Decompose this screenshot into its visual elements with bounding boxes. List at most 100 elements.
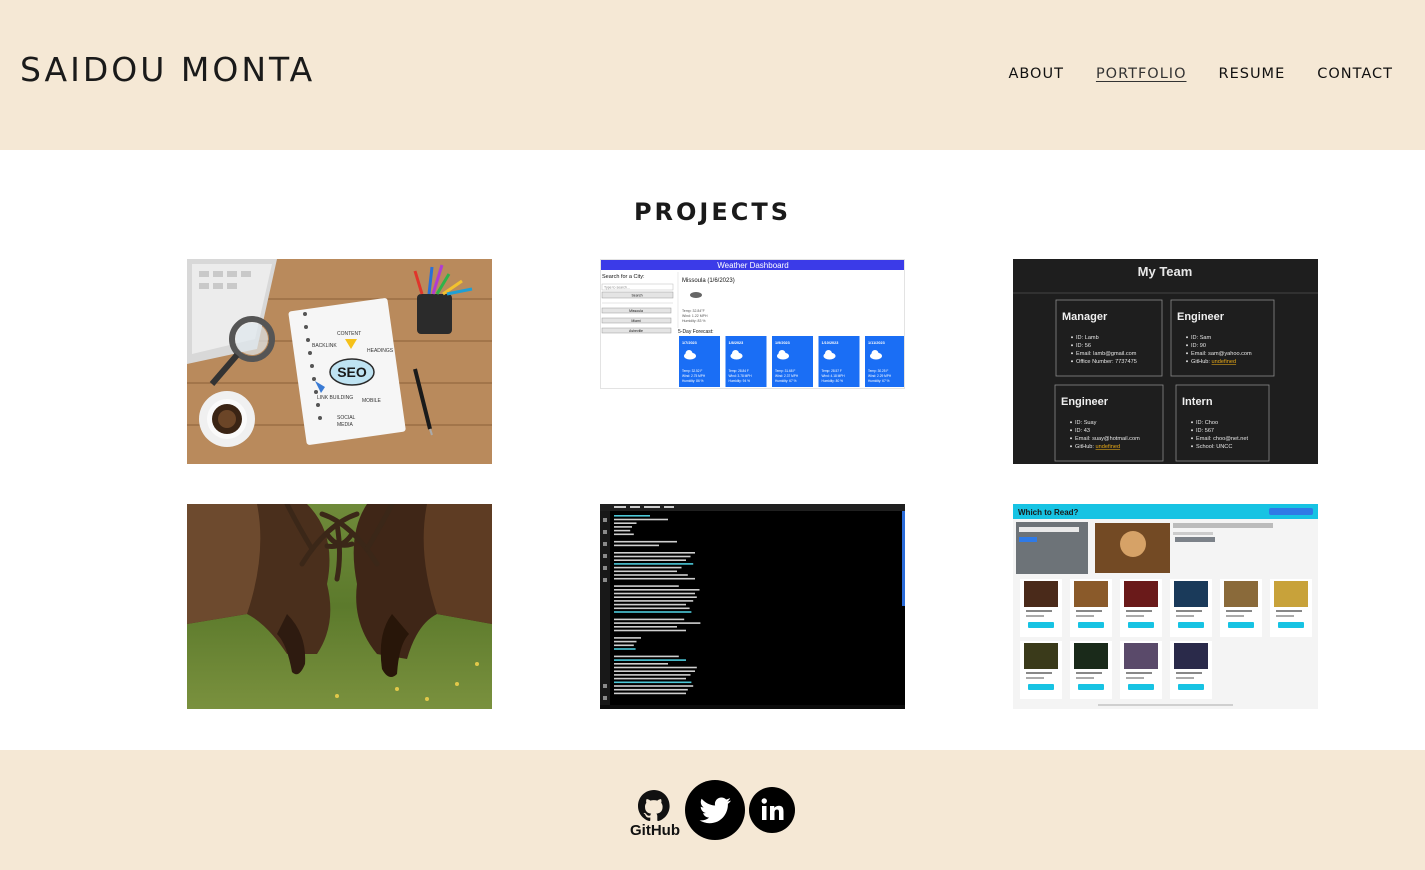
- project-card-seo[interactable]: SEO CONTENT BACKLINK HEADINGS LINK BUILD…: [187, 259, 492, 464]
- svg-text:Temp: 32.84°F: Temp: 32.84°F: [682, 309, 705, 313]
- forecast-card: 1/7/2023 Temp: 32.52 FWind: 2.75 MPHHumid…: [679, 336, 720, 387]
- terminal-line: [614, 529, 631, 532]
- team-member-card: Engineer ID: Sam ID: 90 Email: sam@yahoo.co…: [1170, 299, 1275, 377]
- svg-text:Search for a City:: Search for a City:: [602, 274, 645, 280]
- svg-text:SOCIAL: SOCIAL: [337, 415, 356, 421]
- svg-text:Humidity: 80 %: Humidity: 80 %: [822, 379, 844, 383]
- book-card: [1270, 579, 1312, 637]
- book-card: [1170, 641, 1212, 699]
- terminal-line: [614, 688, 688, 691]
- forecast-card: 1/8/2023 Temp: 28.84 FWind: 3.78 MPHHumid…: [725, 336, 767, 387]
- svg-text:ID: Sam: ID: Sam: [1191, 335, 1212, 341]
- seo-notebook-image: SEO CONTENT BACKLINK HEADINGS LINK BUILD…: [187, 259, 492, 464]
- project-card-team[interactable]: My Team Manager ID: Lamb ID: 56 Email: lamb…: [1013, 259, 1318, 464]
- svg-text:Engineer: Engineer: [1177, 311, 1225, 323]
- svg-text:Email: sam@yahoo.com: Email: sam@yahoo.com: [1191, 351, 1252, 357]
- project-card-weather[interactable]: Weather Dashboard Search for a City: Typ…: [600, 259, 905, 389]
- svg-text:Wind: 2.75 MPH: Wind: 2.75 MPH: [682, 374, 706, 378]
- book-card: [1070, 641, 1112, 699]
- terminal-line: [614, 655, 679, 658]
- linkedin-icon: [749, 787, 795, 833]
- terminal-line: [614, 566, 682, 569]
- svg-text:Engineer: Engineer: [1061, 396, 1109, 408]
- terminal-line: [614, 596, 697, 598]
- terminal-line: [614, 552, 695, 554]
- terminal-line: [614, 563, 694, 565]
- svg-text:Intern: Intern: [1182, 396, 1213, 408]
- svg-text:Search: Search: [631, 294, 642, 298]
- svg-text:Wind: 2.29 MPH: Wind: 2.29 MPH: [868, 374, 892, 378]
- book-card: [1120, 579, 1162, 637]
- svg-text:MOBILE: MOBILE: [362, 398, 382, 404]
- svg-text:1/8/2023: 1/8/2023: [729, 341, 744, 345]
- terminal-line: [614, 522, 637, 524]
- terminal-line: [614, 603, 686, 606]
- project-card-terminal[interactable]: [600, 504, 905, 709]
- svg-text:ID: 90: ID: 90: [1191, 343, 1206, 349]
- github-link[interactable]: GitHub: [629, 788, 682, 839]
- svg-text:Humidity: 67 %: Humidity: 67 %: [775, 379, 797, 383]
- book-card: [1120, 641, 1162, 699]
- svg-text:Email: suay@hotmail.com: Email: suay@hotmail.com: [1075, 436, 1140, 442]
- terminal-line: [614, 674, 691, 676]
- terminal-line: [614, 622, 701, 624]
- terminal-line: [614, 540, 677, 543]
- terminal-line: [614, 570, 677, 573]
- svg-text:Email: lamb@gmail.com: Email: lamb@gmail.com: [1076, 351, 1137, 357]
- team-member-card: Intern ID: Choo ID: 567 Email: choo@net.net…: [1175, 384, 1270, 462]
- site-brand[interactable]: SAIDOU MONTA: [20, 50, 315, 89]
- github-label: GitHub: [630, 822, 680, 838]
- twitter-link[interactable]: [685, 780, 745, 840]
- terminal-line: [614, 640, 637, 643]
- my-team-image: My Team Manager ID: Lamb ID: 56 Email: lamb…: [1013, 259, 1318, 464]
- nav-resume[interactable]: RESUME: [1219, 66, 1286, 82]
- terminal-line: [614, 533, 634, 536]
- svg-text:MEDIA: MEDIA: [337, 422, 354, 428]
- terminal-line: [614, 585, 679, 587]
- site-footer: GitHub: [0, 750, 1425, 870]
- terminal-line: [614, 600, 694, 602]
- svg-text:LINK BUILDING: LINK BUILDING: [317, 395, 353, 401]
- svg-text:Temp: 28.84 F: Temp: 28.84 F: [729, 369, 749, 373]
- svg-text:Humidity: 86 %: Humidity: 86 %: [682, 379, 704, 383]
- terminal-line: [614, 592, 695, 595]
- svg-text:ID: 567: ID: 567: [1196, 428, 1214, 434]
- weather-dashboard-image: Weather Dashboard Search for a City: Typ…: [601, 260, 904, 388]
- team-member-card: Engineer ID: Suay ID: 43 Email: suay@hotmai…: [1054, 384, 1164, 462]
- weather-header-text: Weather Dashboard: [717, 261, 788, 270]
- svg-text:Miami: Miami: [631, 319, 641, 323]
- project-card-books[interactable]: Which to Read?: [1013, 504, 1318, 709]
- terminal-line: [614, 626, 677, 628]
- svg-text:BACKLINK: BACKLINK: [312, 343, 337, 349]
- nav-portfolio[interactable]: PORTFOLIO: [1096, 66, 1187, 82]
- terminal-line: [614, 607, 690, 610]
- svg-text:1/7/2023: 1/7/2023: [682, 341, 697, 345]
- svg-text:Wind: 2.37 MPH: Wind: 2.37 MPH: [775, 374, 799, 378]
- main-nav: ABOUT PORTFOLIO RESUME CONTACT: [1008, 66, 1393, 82]
- twitter-icon: [685, 780, 745, 840]
- terminal-line: [614, 544, 659, 547]
- linkedin-link[interactable]: [749, 787, 795, 833]
- terminal-line: [614, 677, 686, 680]
- terminal-line: [614, 574, 688, 576]
- book-card: [1170, 579, 1212, 637]
- projects-heading: PROJECTS: [633, 198, 792, 226]
- terminal-line: [614, 555, 691, 558]
- forecast-card: 1/10/2023 Temp: 28.57 FWind: 4.18 MPHHumi…: [818, 336, 860, 387]
- terminal-line: [614, 518, 668, 521]
- svg-text:Humidity: 67 %: Humidity: 67 %: [868, 379, 890, 383]
- project-card-elk[interactable]: [187, 504, 492, 709]
- nav-about[interactable]: ABOUT: [1008, 66, 1064, 82]
- svg-text:Temp: 28.57 F: Temp: 28.57 F: [822, 369, 842, 373]
- svg-text:Temp: 30.25 F: Temp: 30.25 F: [868, 369, 888, 373]
- nav-contact[interactable]: CONTACT: [1317, 66, 1393, 82]
- terminal-line: [614, 629, 686, 632]
- terminal-line: [614, 559, 686, 561]
- terminal-cli-image: [600, 504, 905, 709]
- svg-text:Temp: 32.52 F: Temp: 32.52 F: [682, 369, 702, 373]
- svg-text:Temp: 31.68 F: Temp: 31.68 F: [775, 369, 795, 373]
- svg-text:Humidity: 94 %: Humidity: 94 %: [729, 379, 751, 383]
- book-card: [1070, 579, 1112, 637]
- svg-text:1/9/2023: 1/9/2023: [775, 341, 790, 345]
- svg-text:ID: Choo: ID: Choo: [1196, 420, 1218, 426]
